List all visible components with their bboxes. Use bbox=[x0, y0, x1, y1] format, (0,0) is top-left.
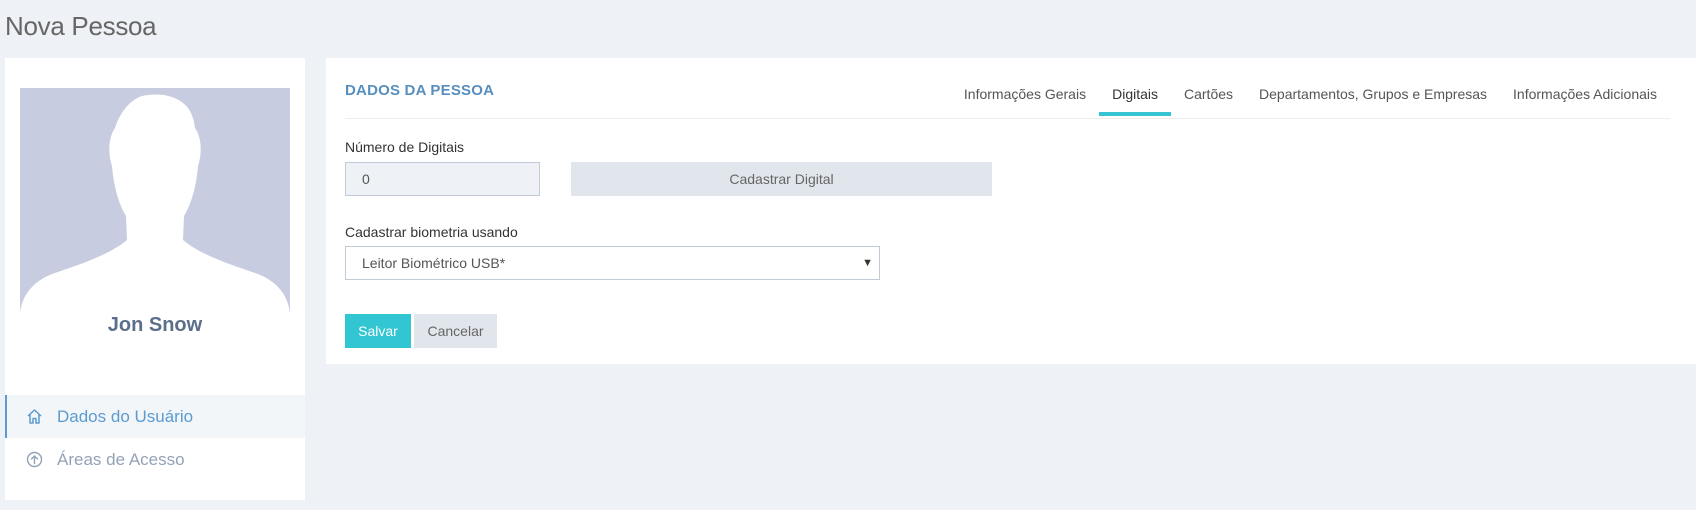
tab-informacoes-gerais[interactable]: Informações Gerais bbox=[951, 78, 1099, 116]
tab-digitais[interactable]: Digitais bbox=[1099, 78, 1171, 116]
profile-menu: Dados do Usuário Áreas de Acesso bbox=[5, 395, 305, 481]
save-button[interactable]: Salvar bbox=[345, 314, 411, 348]
menu-item-areas-de-acesso[interactable]: Áreas de Acesso bbox=[5, 438, 305, 481]
tabs: Informações Gerais Digitais Cartões Depa… bbox=[951, 78, 1670, 118]
tabs-divider bbox=[345, 118, 1670, 119]
arrow-up-circle-icon bbox=[25, 451, 43, 469]
caret-down-icon: ▼ bbox=[862, 257, 873, 269]
biometry-label: Cadastrar biometria usando bbox=[345, 224, 518, 240]
menu-item-label: Dados do Usuário bbox=[57, 406, 194, 426]
profile-sidebar: Jon Snow Dados do Usuário Áreas de Acess… bbox=[5, 58, 305, 500]
user-silhouette-icon bbox=[20, 94, 290, 313]
person-data-panel: DADOS DA PESSOA Informações Gerais Digit… bbox=[326, 58, 1696, 364]
profile-name: Jon Snow bbox=[107, 314, 203, 336]
avatar bbox=[20, 88, 290, 313]
page-title: Nova Pessoa bbox=[5, 11, 157, 41]
tab-departamentos-grupos-empresas[interactable]: Departamentos, Grupos e Empresas bbox=[1246, 78, 1500, 116]
register-digital-button[interactable]: Cadastrar Digital bbox=[571, 162, 992, 196]
cancel-button[interactable]: Cancelar bbox=[414, 314, 497, 348]
digit-count-input[interactable] bbox=[345, 162, 540, 196]
menu-item-dados-do-usuario[interactable]: Dados do Usuário bbox=[5, 395, 305, 438]
tab-informacoes-adicionais[interactable]: Informações Adicionais bbox=[1500, 78, 1670, 116]
home-icon bbox=[25, 408, 43, 426]
biometry-select[interactable]: Leitor Biométrico USB* ▼ bbox=[345, 246, 880, 280]
menu-item-label: Áreas de Acesso bbox=[57, 449, 185, 469]
tab-cartoes[interactable]: Cartões bbox=[1171, 78, 1246, 116]
panel-title: DADOS DA PESSOA bbox=[345, 82, 495, 99]
biometry-selected-value: Leitor Biométrico USB* bbox=[362, 255, 506, 271]
digit-count-label: Número de Digitais bbox=[345, 139, 465, 155]
